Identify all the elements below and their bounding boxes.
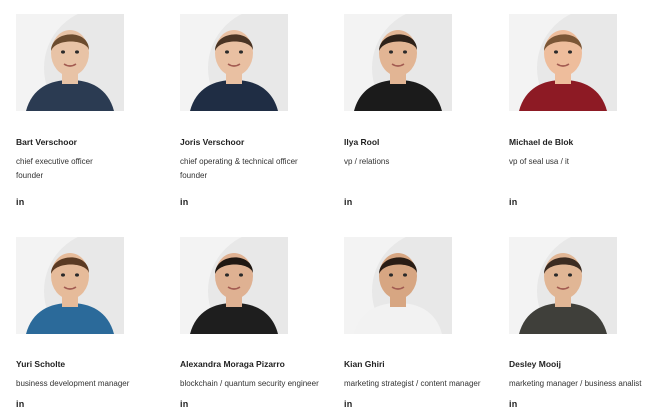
member-photo	[344, 14, 452, 111]
member-role: chief operating & technical officer	[180, 157, 298, 166]
member-role: founder	[16, 171, 44, 180]
member-photo	[509, 14, 617, 111]
team-member-card: Yuri Scholte business development manager…	[16, 237, 166, 418]
member-role: chief executive officer	[16, 157, 93, 166]
team-member-card: Bart Verschoor chief executive officer fou…	[16, 14, 166, 214]
linkedin-icon[interactable]: in	[509, 197, 517, 207]
member-name: Alexandra Moraga Pizarro	[180, 359, 285, 369]
member-name: Michael de Blok	[509, 137, 574, 147]
member-name: Joris Verschoor	[180, 137, 245, 147]
member-name: Yuri Scholte	[16, 359, 66, 369]
team-member-card: Alexandra Moraga Pizarro blockchain / qua…	[180, 237, 330, 418]
member-name: Kian Ghiri	[344, 359, 385, 369]
member-role: marketing manager / business analist	[509, 379, 642, 388]
linkedin-icon[interactable]: in	[180, 399, 188, 409]
member-role: vp / relations	[344, 157, 390, 166]
member-role: marketing strategist / content manager	[344, 379, 481, 388]
team-member-card: Joris Verschoor chief operating & technic…	[180, 14, 330, 214]
linkedin-icon[interactable]: in	[344, 197, 352, 207]
member-photo	[16, 14, 124, 111]
member-photo	[180, 14, 288, 111]
member-photo	[509, 237, 617, 334]
linkedin-icon[interactable]: in	[16, 197, 24, 207]
member-role: founder	[180, 171, 208, 180]
team-member-card: Ilya Rool vp / relations in	[344, 14, 494, 214]
member-photo	[180, 237, 288, 334]
team-member-card: Desley Mooij marketing manager / business…	[509, 237, 653, 418]
member-name: Desley Mooij	[509, 359, 561, 369]
linkedin-icon[interactable]: in	[180, 197, 188, 207]
linkedin-icon[interactable]: in	[509, 399, 517, 409]
member-role: business development manager	[16, 379, 130, 388]
linkedin-icon[interactable]: in	[16, 399, 24, 409]
team-member-card: Kian Ghiri marketing strategist / content…	[344, 237, 494, 418]
team-grid: Bart Verschoor chief executive officer fou…	[0, 0, 653, 418]
team-member-card: Michael de Blok vp of seal usa / it in	[509, 14, 653, 214]
member-role: blockchain / quantum security engineer	[180, 379, 319, 388]
member-photo	[16, 237, 124, 334]
member-photo	[344, 237, 452, 334]
member-role: vp of seal usa / it	[509, 157, 570, 166]
member-name: Ilya Rool	[344, 137, 380, 147]
linkedin-icon[interactable]: in	[344, 399, 352, 409]
member-name: Bart Verschoor	[16, 137, 77, 147]
